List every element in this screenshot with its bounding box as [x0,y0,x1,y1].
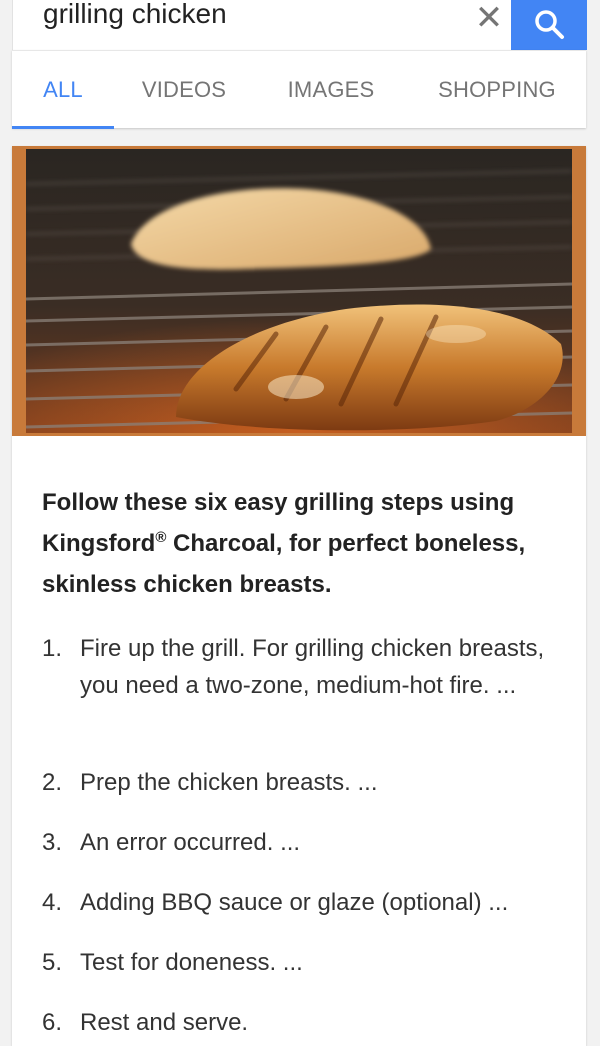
close-icon: ✕ [474,0,504,37]
step-text: Prep the chicken breasts. ... [80,769,378,796]
step-number: 1. [42,635,63,662]
tab-all[interactable]: ALL [12,51,114,129]
step-text: Adding BBQ sauce or glaze (optional) ... [80,889,509,916]
clear-search-button[interactable]: ✕ [461,0,517,36]
search-tabs: ALL VIDEOS IMAGES SHOPPING [12,50,586,129]
step-text: Test for doneness. ... [80,949,303,976]
step-text: Rest and serve. [80,1009,249,1036]
hero-image-frame[interactable] [12,146,586,436]
registered-mark: ® [155,529,167,546]
recipe-intro: Follow these six easy grilling steps usi… [42,482,572,605]
search-icon [535,10,564,39]
step-number: 2. [42,769,63,796]
search-query[interactable]: grilling chicken [43,0,227,32]
search-bar: grilling chicken ✕ [12,0,587,50]
step-number: 5. [42,949,63,976]
tab-images[interactable]: IMAGES [270,51,392,129]
grilled-chicken-photo [26,149,572,433]
step-text: Fire up the grill. For grilling chicken … [80,635,545,699]
step-number: 4. [42,889,63,916]
step-text: An error occurred. ... [80,829,301,856]
tab-videos[interactable]: VIDEOS [122,51,246,129]
step-number: 6. [42,1009,63,1036]
tab-shopping[interactable]: SHOPPING [420,51,574,129]
step-number: 3. [42,829,63,856]
search-button[interactable] [511,0,587,50]
recipe-card: Follow these six easy grilling steps usi… [12,146,586,1046]
